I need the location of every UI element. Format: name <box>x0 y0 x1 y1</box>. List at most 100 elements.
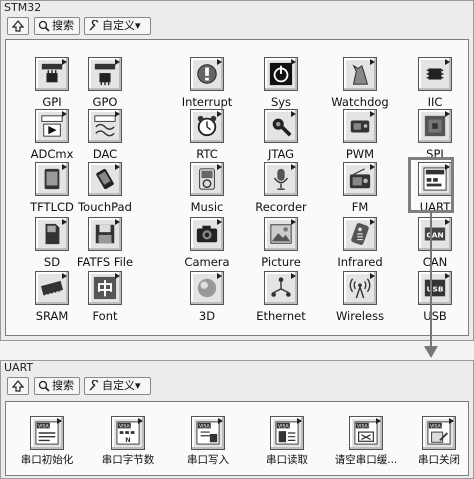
fm-icon <box>343 162 377 196</box>
palette-item-label: Camera <box>184 255 230 269</box>
palette-item-iic[interactable]: IIC <box>399 57 471 109</box>
palette-item-rtc[interactable]: RTC <box>171 109 243 161</box>
picture-icon <box>264 217 298 251</box>
visa-serial-icon: VISA <box>30 416 64 450</box>
jtag-icon <box>264 109 298 143</box>
palette-item-spi[interactable]: SPI <box>399 109 471 161</box>
palette-item-fm[interactable]: FM <box>324 162 396 214</box>
svg-text:VISA: VISA <box>119 423 131 429</box>
palette-item-label: Ethernet <box>256 309 306 323</box>
spi-icon <box>418 109 452 143</box>
font-icon: 中 <box>88 271 122 305</box>
up-button[interactable] <box>7 377 29 395</box>
customize-label: 自定义▾ <box>102 379 141 392</box>
search-icon <box>38 20 50 32</box>
uart-item-6[interactable]: VISA 串口关闭 <box>403 416 474 467</box>
touchpad-icon <box>88 162 122 196</box>
3d-icon <box>190 271 224 305</box>
palette-item-label: Font <box>92 309 118 323</box>
svg-text:VISA: VISA <box>38 423 50 429</box>
adcmx-icon <box>35 109 69 143</box>
svg-text:VISA: VISA <box>278 423 290 429</box>
palette-item-3d[interactable]: 3D <box>171 271 243 323</box>
up-arrow-icon <box>12 20 24 32</box>
palette-item-label: TouchPad <box>78 200 132 214</box>
palette-item-label: Wireless <box>335 309 385 323</box>
palette-item-music[interactable]: Music <box>171 162 243 214</box>
sys-icon <box>264 57 298 91</box>
arrowhead-icon <box>424 346 438 358</box>
wrench-icon <box>89 20 99 31</box>
palette-title: STM32 <box>1 1 473 15</box>
uart-item-3[interactable]: VISA 串口写入 <box>172 416 244 467</box>
uart-item-label: 串口关闭 <box>418 454 460 466</box>
uart-item-5[interactable]: VISA 请空串口缓... <box>330 416 402 467</box>
usb-icon: USB <box>418 271 452 305</box>
palette-item-ethernet[interactable]: Ethernet <box>245 271 317 323</box>
palette-item-gpo[interactable]: GPO <box>69 57 141 109</box>
fatfs-file-icon <box>88 217 122 251</box>
palette-item-label: Sys <box>270 95 292 109</box>
palette-item-picture[interactable]: Picture <box>245 217 317 269</box>
palette-icon-panel: GPI GPO Interrupt Sys Watchdog IIC ADCmx DAC RTC… <box>5 39 469 336</box>
search-icon <box>38 380 50 392</box>
palette-toolbar: 搜索 自定义▾ <box>1 375 473 397</box>
uart-item-4[interactable]: VISA 串口读取 <box>251 416 323 467</box>
palette-item-font[interactable]: 中 Font <box>69 271 141 323</box>
uart-item-label: 串口读取 <box>266 454 308 466</box>
palette-item-label: FATFS File <box>76 255 134 269</box>
palette-item-interrupt[interactable]: Interrupt <box>171 57 243 109</box>
search-button[interactable]: 搜索 <box>34 377 80 395</box>
search-label: 搜索 <box>52 19 74 32</box>
dac-icon <box>88 109 122 143</box>
customize-button[interactable]: 自定义▾ <box>84 17 151 35</box>
palette-title: UART <box>1 361 473 375</box>
palette-item-label: Music <box>190 200 224 214</box>
uart-item-2[interactable]: VISA N 串口字节数 <box>92 416 164 467</box>
infrared-icon <box>343 217 377 251</box>
gpo-icon <box>88 57 122 91</box>
can-icon: CAN <box>418 217 452 251</box>
palette-item-label: JTAG <box>267 147 295 161</box>
customize-button[interactable]: 自定义▾ <box>84 377 151 395</box>
pwm-icon <box>343 109 377 143</box>
ethernet-icon <box>264 271 298 305</box>
palette-item-camera[interactable]: Camera <box>171 217 243 269</box>
palette-item-label: FM <box>351 200 369 214</box>
svg-text:N: N <box>125 436 130 444</box>
palette-item-dac[interactable]: DAC <box>69 109 141 161</box>
palette-item-label: CAN <box>422 255 448 269</box>
palette-icon-panel: VISA 串口初始化 VISA N 串口字节数 VISA 串口写入 VISA 串口读取 VISA 请… <box>5 401 469 476</box>
uart-item-1[interactable]: VISA 串口初始化 <box>11 416 83 467</box>
music-icon <box>190 162 224 196</box>
palette-item-usb[interactable]: USB USB <box>399 271 471 323</box>
visa-serial-icon: VISA <box>349 416 383 450</box>
palette-item-label: Infrared <box>337 255 383 269</box>
palette-item-wireless[interactable]: Wireless <box>324 271 396 323</box>
uart-palette: UART 搜索 自定义▾ VISA 串口初始化 VISA N 串口字节数 VISA 串口写入… <box>0 360 474 479</box>
palette-item-label: Watchdog <box>331 95 389 109</box>
palette-item-jtag[interactable]: JTAG <box>245 109 317 161</box>
palette-item-touchpad[interactable]: TouchPad <box>69 162 141 214</box>
palette-item-infrared[interactable]: Infrared <box>324 217 396 269</box>
wrench-icon <box>89 380 99 391</box>
palette-item-label: GPO <box>92 95 118 109</box>
rtc-icon <box>190 109 224 143</box>
uart-selection-highlight <box>408 157 454 213</box>
wireless-icon <box>343 271 377 305</box>
palette-item-label: Picture <box>261 255 301 269</box>
palette-toolbar: 搜索 自定义▾ <box>1 15 473 37</box>
palette-item-pwm[interactable]: PWM <box>324 109 396 161</box>
watchdog-icon <box>343 57 377 91</box>
svg-text:VISA: VISA <box>357 423 369 429</box>
palette-item-watchdog[interactable]: Watchdog <box>324 57 396 109</box>
palette-item-fatfs-file[interactable]: FATFS File <box>69 217 141 269</box>
palette-item-can[interactable]: CAN CAN <box>399 217 471 269</box>
palette-item-recorder[interactable]: Recorder <box>245 162 317 214</box>
recorder-icon <box>264 162 298 196</box>
tftlcd-icon <box>35 162 69 196</box>
camera-icon <box>190 217 224 251</box>
up-button[interactable] <box>7 17 29 35</box>
search-button[interactable]: 搜索 <box>34 17 80 35</box>
palette-item-sys[interactable]: Sys <box>245 57 317 109</box>
